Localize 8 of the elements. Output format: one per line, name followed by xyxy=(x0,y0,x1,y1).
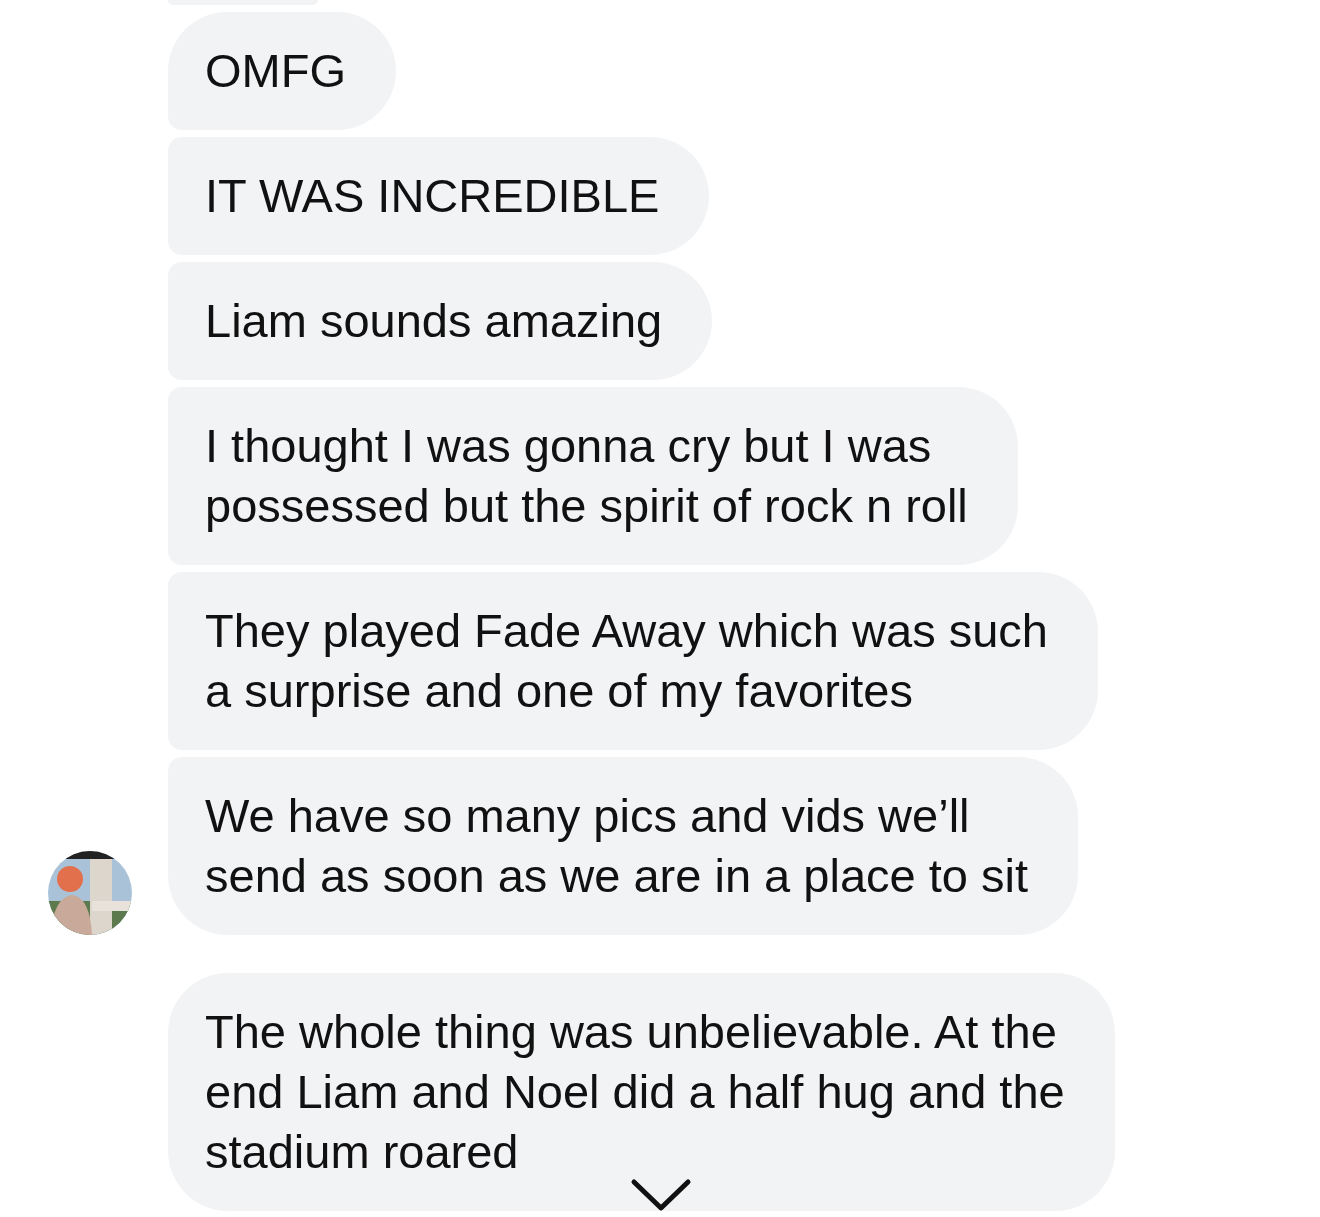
message-bubble: They played Fade Away which was such a surprise and one of my favorites xyxy=(168,572,1098,750)
chevron-down-icon[interactable] xyxy=(630,1178,692,1212)
message-bubble: IT WAS INCREDIBLE xyxy=(168,137,710,255)
message-bubble: I thought I was gonna cry but I was possessed but the spirit of rock n roll xyxy=(168,387,1018,565)
message-bubble: The whole thing was unbelievable. At the end Liam and Noel did a half hug and the stadium roared xyxy=(168,973,1115,1211)
message-bubble: OMFG xyxy=(168,12,396,130)
message-bubble: Liam sounds amazing xyxy=(168,262,713,380)
message-bubble: We have so many pics and vids we’ll send as soon as we are in a place to sit xyxy=(168,757,1078,935)
